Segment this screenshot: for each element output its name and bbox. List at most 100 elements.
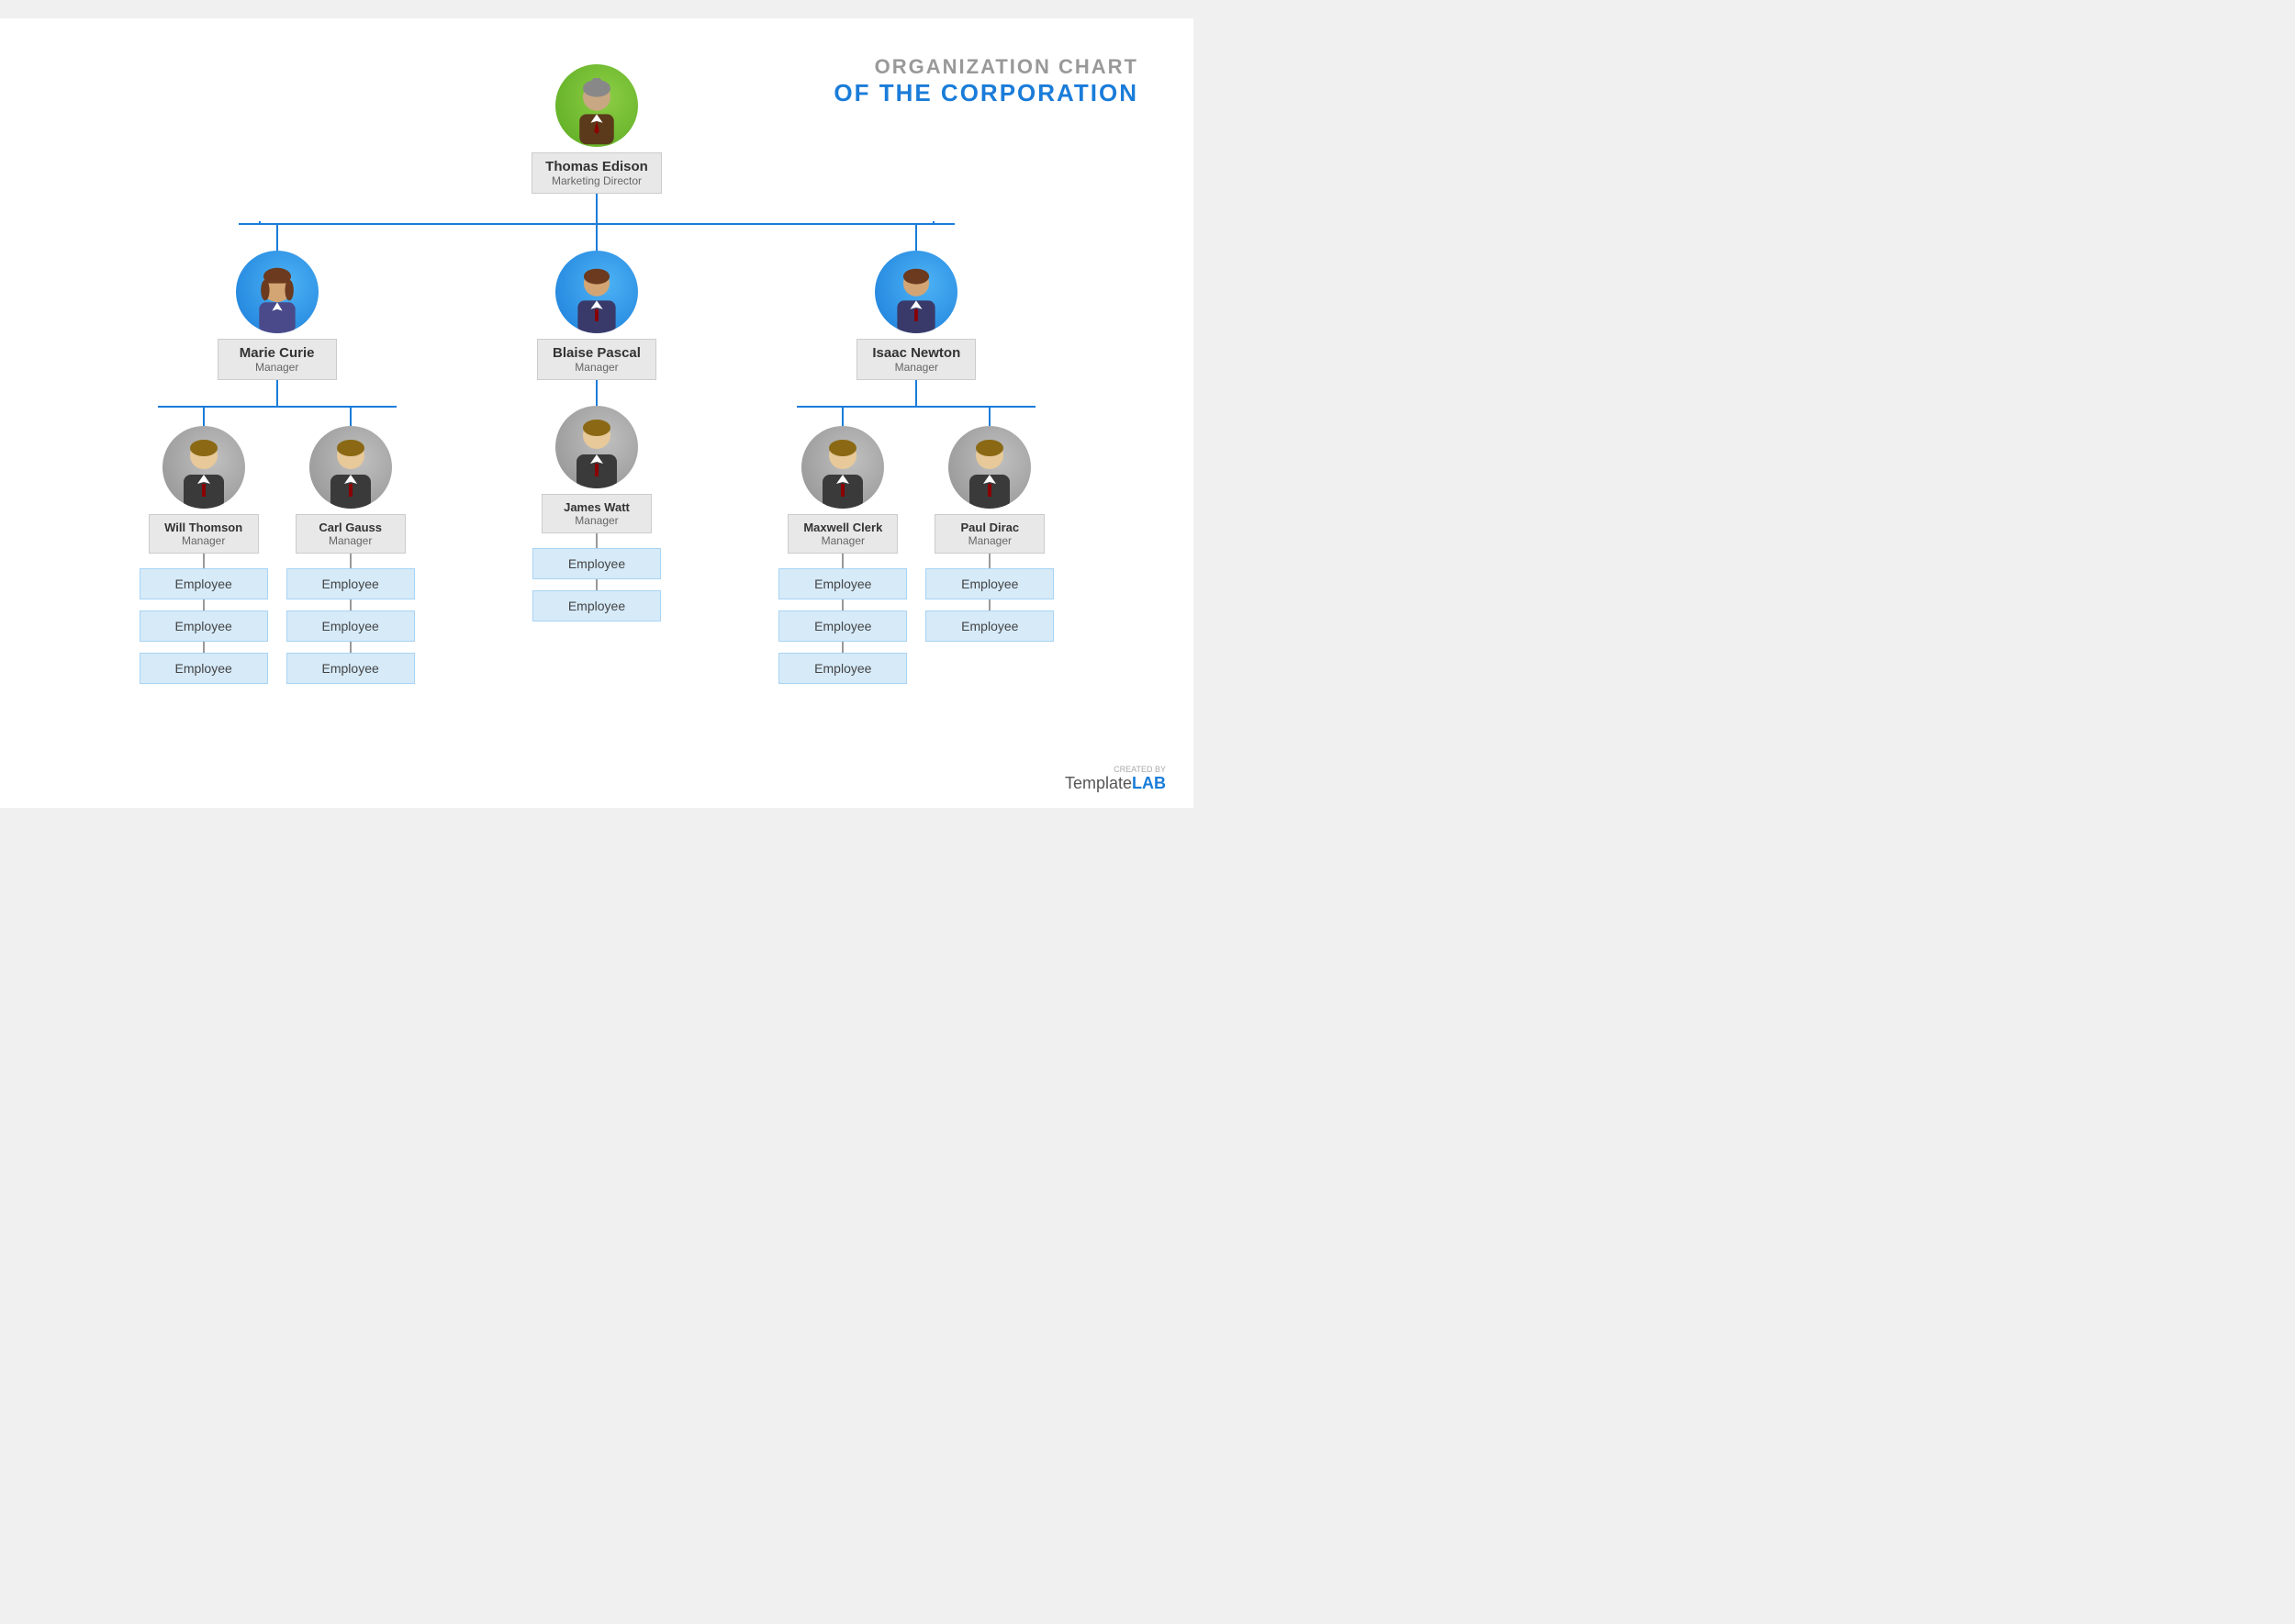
sm5-person-icon xyxy=(953,435,1026,509)
sub-manager5-node: Paul Dirac Manager xyxy=(935,426,1045,554)
watermark-brand-template: Template xyxy=(1065,774,1132,792)
m3-down2 xyxy=(915,380,917,406)
title-line1: ORGANIZATION CHART xyxy=(834,55,1138,79)
manager2-name: Blaise Pascal xyxy=(551,345,643,361)
sm4-emp3: Employee xyxy=(778,653,907,684)
sm2-emp-down3 xyxy=(350,642,352,653)
m1-down2 xyxy=(276,380,278,406)
ceo-role: Marketing Director xyxy=(545,174,648,187)
sub-manager2-node: Carl Gauss Manager xyxy=(296,426,406,554)
ceo-avatar xyxy=(555,64,638,147)
manager3-person-icon xyxy=(884,264,948,333)
m2-down2 xyxy=(596,380,598,406)
sm2-emp2: Employee xyxy=(286,610,415,642)
sm2-emp-down2 xyxy=(350,599,352,610)
manager1-person-icon xyxy=(245,264,309,333)
sm4-down xyxy=(842,408,844,426)
sm3-name-box: James Watt Manager xyxy=(542,494,652,533)
sm4-name: Maxwell Clerk xyxy=(801,521,884,534)
sm1-emp-down2 xyxy=(203,599,205,610)
sm3-emp-down1 xyxy=(596,533,598,548)
m1-down1 xyxy=(276,225,278,251)
ceo-down-line xyxy=(596,194,598,221)
sm5-emp-down2 xyxy=(989,599,991,610)
page: ORGANIZATION CHART OF THE CORPORATION xyxy=(0,18,1193,808)
sm5-emp2: Employee xyxy=(925,610,1054,642)
ceo-node: Thomas Edison Marketing Director xyxy=(532,64,662,194)
manager3-node: Isaac Newton Manager xyxy=(856,251,976,380)
manager2-role: Manager xyxy=(551,361,643,374)
manager3-avatar xyxy=(875,251,957,333)
manager1-name-box: Marie Curie Manager xyxy=(218,339,337,380)
sm1-name-box: Will Thomson Manager xyxy=(149,514,259,554)
sm3-emp1: Employee xyxy=(532,548,661,579)
title-line2: OF THE CORPORATION xyxy=(834,79,1138,107)
watermark: CREATED BY TemplateLAB xyxy=(1065,765,1166,793)
sm2-name-box: Carl Gauss Manager xyxy=(296,514,406,554)
manager2-name-box: Blaise Pascal Manager xyxy=(537,339,656,380)
sub-manager4-avatar xyxy=(801,426,884,509)
sm3-person-icon xyxy=(560,415,633,488)
manager2-col: Blaise Pascal Manager xyxy=(496,225,698,622)
manager3-role: Manager xyxy=(870,361,962,374)
manager1-role: Manager xyxy=(231,361,323,374)
manager3-name: Isaac Newton xyxy=(870,345,962,361)
sub-manager2-col: Carl Gauss Manager Employee Employee Emp… xyxy=(286,408,415,684)
sm1-emp-down1 xyxy=(203,554,205,568)
sm2-down xyxy=(350,408,352,426)
sub-manager1-node: Will Thomson Manager xyxy=(149,426,259,554)
sub-manager5-avatar xyxy=(948,426,1031,509)
sm2-role: Manager xyxy=(309,534,392,547)
sub-manager3-node: James Watt Manager xyxy=(542,406,652,533)
sub-manager2-avatar xyxy=(309,426,392,509)
sm2-name: Carl Gauss xyxy=(309,521,392,534)
sm4-emp-down2 xyxy=(842,599,844,610)
sub-manager3-avatar xyxy=(555,406,638,488)
ceo-name: Thomas Edison xyxy=(545,159,648,174)
sm4-name-box: Maxwell Clerk Manager xyxy=(788,514,898,554)
top-h-bar xyxy=(92,221,1102,223)
m1-sub-row: Will Thomson Manager Employee Employee E… xyxy=(140,408,415,684)
sm5-emp1: Employee xyxy=(925,568,1054,599)
sm3-emp2: Employee xyxy=(532,590,661,622)
manager1-avatar xyxy=(236,251,319,333)
sm5-name-box: Paul Dirac Manager xyxy=(935,514,1045,554)
manager3-name-box: Isaac Newton Manager xyxy=(856,339,976,380)
sub-manager5-col: Paul Dirac Manager Employee Employee xyxy=(925,408,1054,684)
m3-down1 xyxy=(915,225,917,251)
watermark-brand-lab: LAB xyxy=(1132,774,1166,792)
ceo-name-box: Thomas Edison Marketing Director xyxy=(532,152,662,194)
manager2-person-icon xyxy=(565,264,629,333)
sm3-emp-down2 xyxy=(596,579,598,590)
manager3-col: Isaac Newton Manager xyxy=(765,225,1068,684)
sm1-emp-down3 xyxy=(203,642,205,653)
sm1-role: Manager xyxy=(162,534,245,547)
m3-sub-row: Maxwell Clerk Manager Employee Employee … xyxy=(778,408,1054,684)
sm4-role: Manager xyxy=(801,534,884,547)
sm4-emp1: Employee xyxy=(778,568,907,599)
sm3-name: James Watt xyxy=(555,500,638,514)
ceo-person-icon xyxy=(565,78,629,147)
sub-manager4-col: Maxwell Clerk Manager Employee Employee … xyxy=(778,408,907,684)
sm2-emp1: Employee xyxy=(286,568,415,599)
org-chart: Thomas Edison Marketing Director xyxy=(37,46,1157,684)
sm3-role: Manager xyxy=(555,514,638,527)
sub-manager3-col: James Watt Manager Employee Employee xyxy=(532,406,661,622)
sm5-role: Manager xyxy=(948,534,1031,547)
sm1-emp1: Employee xyxy=(140,568,268,599)
sm4-person-icon xyxy=(806,435,879,509)
managers-row: Marie Curie Manager xyxy=(92,225,1102,684)
manager1-node: Marie Curie Manager xyxy=(218,251,337,380)
watermark-created: CREATED BY xyxy=(1065,765,1166,774)
sm1-person-icon xyxy=(167,435,241,509)
sm1-emp3: Employee xyxy=(140,653,268,684)
manager1-name: Marie Curie xyxy=(231,345,323,361)
sm5-down xyxy=(989,408,991,426)
sm1-emp2: Employee xyxy=(140,610,268,642)
sm4-emp2: Employee xyxy=(778,610,907,642)
sm2-emp-down1 xyxy=(350,554,352,568)
sm4-emp-down1 xyxy=(842,554,844,568)
sm4-emp-down3 xyxy=(842,642,844,653)
sm5-emp-down1 xyxy=(989,554,991,568)
m2-down1 xyxy=(596,225,598,251)
